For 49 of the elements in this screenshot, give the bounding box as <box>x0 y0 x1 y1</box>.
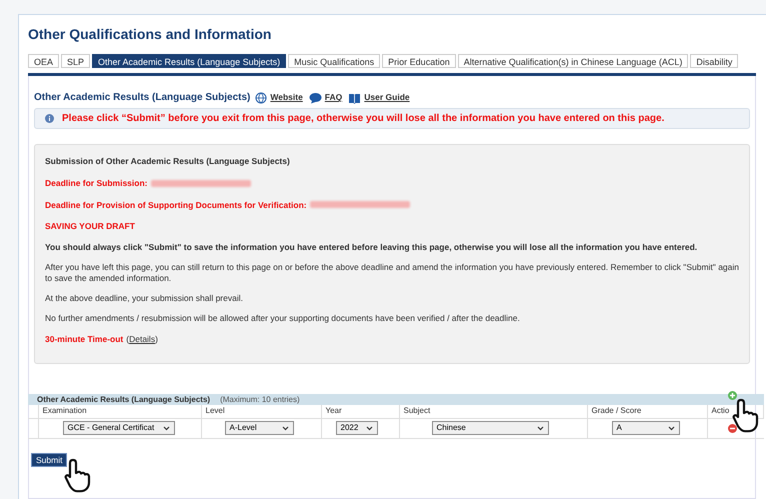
notice-heading: Submission of Other Academic Results (Language Subjects) <box>45 155 291 168</box>
column-header: Grade / Score <box>587 405 707 418</box>
alert-text: Please click “Submit” before you exit from this page, otherwise you will lose all the information you have entered on this page. <box>62 112 664 126</box>
deadline-label: Deadline for Submission: <box>45 176 148 190</box>
remove-icon[interactable] <box>728 424 736 432</box>
details-link[interactable]: Details <box>129 333 156 346</box>
chevron-down-icon <box>282 426 288 430</box>
timeout-label: 30-minute Time-out <box>45 333 124 346</box>
column-header: Examination <box>38 405 201 418</box>
paragraph: At the above deadline, your submission shall prevail. <box>45 293 244 304</box>
chevron-down-icon <box>668 426 674 430</box>
column-header: Subject <box>399 405 587 418</box>
tab[interactable]: SLP <box>61 54 90 68</box>
tab[interactable]: OEA <box>28 54 60 68</box>
column-header: Level <box>201 405 321 418</box>
globe-icon <box>255 92 268 104</box>
tab[interactable]: Music Qualifications <box>288 54 380 68</box>
table-note: (Maximum: 10 entries) <box>220 394 300 406</box>
section-title: Other Academic Results (Language Subjects) <box>34 91 250 105</box>
tab[interactable]: Other Academic Results (Language Subjects) <box>92 54 286 68</box>
dropdown[interactable]: GCE - General Certificat <box>62 421 174 435</box>
submit-button[interactable]: Submit <box>31 452 68 466</box>
dropdown[interactable]: 2022 <box>336 421 378 435</box>
parenthesis: ) <box>155 333 158 346</box>
dropdown[interactable]: Chinese <box>432 421 548 435</box>
link[interactable]: User Guide <box>364 91 410 104</box>
tab[interactable]: Alternative Qualification(s) in Chinese Language (ACL) <box>458 54 688 68</box>
link[interactable]: FAQ <box>324 91 342 104</box>
paragraph: After you have left this page, you can still return to this page on or before the above deadline and amend the information you have previously entered. Remember to click "Submit" again to save the amended information. <box>45 262 739 284</box>
book-icon <box>348 92 362 104</box>
chevron-down-icon <box>162 426 170 430</box>
table-title: Other Academic Results (Language Subjects) <box>37 394 210 406</box>
add-icon[interactable] <box>728 391 737 400</box>
dropdown[interactable]: A <box>612 421 680 435</box>
chevron-down-icon <box>536 426 544 430</box>
tab[interactable]: Prior Education <box>382 54 456 68</box>
deadline-label: Deadline for Provision of Supporting Documents for Verification: <box>45 198 307 212</box>
chevron-down-icon <box>366 426 372 430</box>
warning-text: You should always click "Submit" to save the information you have entered before leaving this page, otherwise you will lose all the information you have entered. <box>45 242 698 253</box>
paragraph: No further amendments / resubmission will be allowed after your supporting documents have been verified / after the deadline. <box>45 313 521 324</box>
info-icon <box>45 114 54 123</box>
page-title: Other Qualifications and Information <box>28 25 272 44</box>
link[interactable]: Website <box>270 91 303 104</box>
column-header: Year <box>321 405 399 418</box>
chat-bubble-icon <box>308 92 322 104</box>
dropdown[interactable]: A-Level <box>224 421 294 435</box>
parenthesis: ( <box>126 333 130 346</box>
tab[interactable]: Disability <box>690 54 738 68</box>
draft-heading: SAVING YOUR DRAFT <box>45 220 136 233</box>
